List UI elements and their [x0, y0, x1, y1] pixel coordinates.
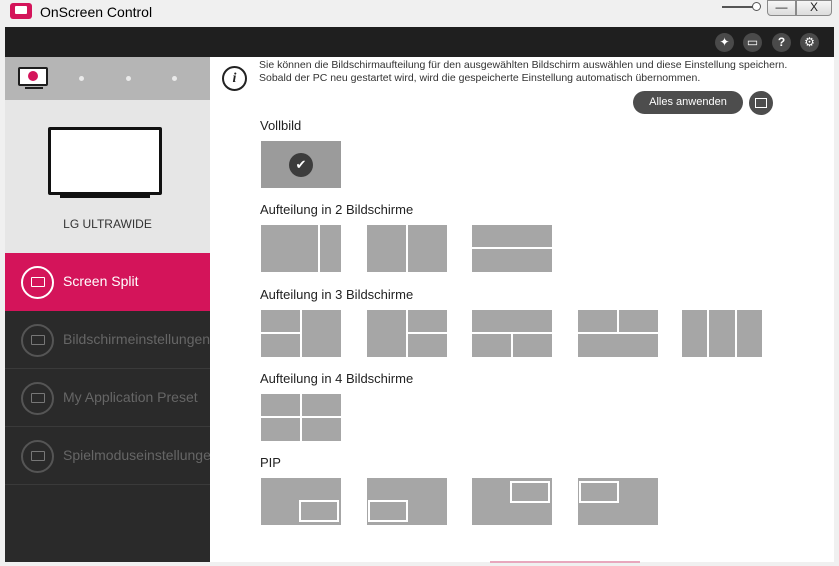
layout-split3-right-stack[interactable] [367, 310, 447, 357]
layout-split3-bottom-full[interactable] [578, 310, 658, 357]
sidebar-item-label: Spielmoduseinstellungen [63, 447, 219, 463]
app-icon [10, 3, 32, 19]
help-icon[interactable]: ? [772, 33, 791, 52]
gamepad-icon [21, 440, 54, 473]
sidebar-item-label: Bildschirmeinstellungen [63, 331, 211, 347]
layout-full[interactable]: ✔ [261, 141, 341, 188]
sidebar-item-display-settings[interactable]: Bildschirmeinstellungen [5, 311, 210, 369]
section-title-split4: Aufteilung in 4 Bildschirme [260, 371, 414, 386]
section-title-full: Vollbild [260, 118, 302, 133]
app-preset-icon [21, 382, 54, 415]
monitor-preview-icon [48, 127, 162, 195]
layout-pip-bottom-right[interactable] [261, 478, 341, 525]
minimize-button[interactable]: — [767, 0, 796, 16]
section-title-split3: Aufteilung in 3 Bildschirme [260, 287, 414, 302]
sidebar-item-game-mode[interactable]: Spielmoduseinstellungen [5, 427, 219, 485]
display-toggle-icon[interactable]: ▭ [743, 33, 762, 52]
monitor-stand-icon [25, 87, 43, 89]
layout-split2-horizontal[interactable] [472, 225, 552, 272]
top-toolbar [5, 27, 834, 57]
sidebar-item-label: Screen Split [63, 273, 139, 289]
screen-split-icon [21, 266, 54, 299]
display-settings-icon [21, 324, 54, 357]
window-title: OnScreen Control [40, 4, 153, 20]
scroll-indicator [490, 561, 640, 563]
sidebar-item-label: My Application Preset [63, 389, 198, 405]
layout-pip-top-right[interactable] [472, 478, 552, 525]
cursor-icon[interactable]: ✦ [715, 33, 734, 52]
layout-split3-top-full[interactable] [472, 310, 552, 357]
opacity-slider-knob[interactable] [752, 2, 761, 11]
info-text: Sie können die Bildschirmaufteilung für … [259, 59, 788, 84]
apply-all-button[interactable]: Alles anwenden [633, 91, 743, 114]
sidebar-item-app-preset[interactable]: My Application Preset [5, 369, 210, 427]
section-title-split2: Aufteilung in 2 Bildschirme [260, 202, 414, 217]
sidebar-item-screen-split[interactable]: Screen Split [5, 253, 210, 311]
monitor-select-icon[interactable] [18, 67, 48, 86]
layout-split4-grid[interactable] [261, 394, 341, 441]
monitor-name: LG ULTRAWIDE [63, 217, 152, 231]
layout-split3-left-stack[interactable] [261, 310, 341, 357]
monitor-stand-icon [60, 192, 150, 198]
layout-split2-wide-left[interactable] [261, 225, 341, 272]
section-title-pip: PIP [260, 455, 281, 470]
layout-pip-top-left[interactable] [578, 478, 658, 525]
layout-split2-vertical[interactable] [367, 225, 447, 272]
layout-icon-button[interactable] [749, 91, 773, 115]
layout-pip-bottom-left[interactable] [367, 478, 447, 525]
close-button[interactable]: X [796, 0, 832, 16]
info-icon: i [222, 66, 247, 91]
layout-split3-columns[interactable] [682, 310, 762, 357]
settings-gear-icon[interactable]: ⚙ [800, 33, 819, 52]
checkmark-icon: ✔ [289, 153, 313, 177]
